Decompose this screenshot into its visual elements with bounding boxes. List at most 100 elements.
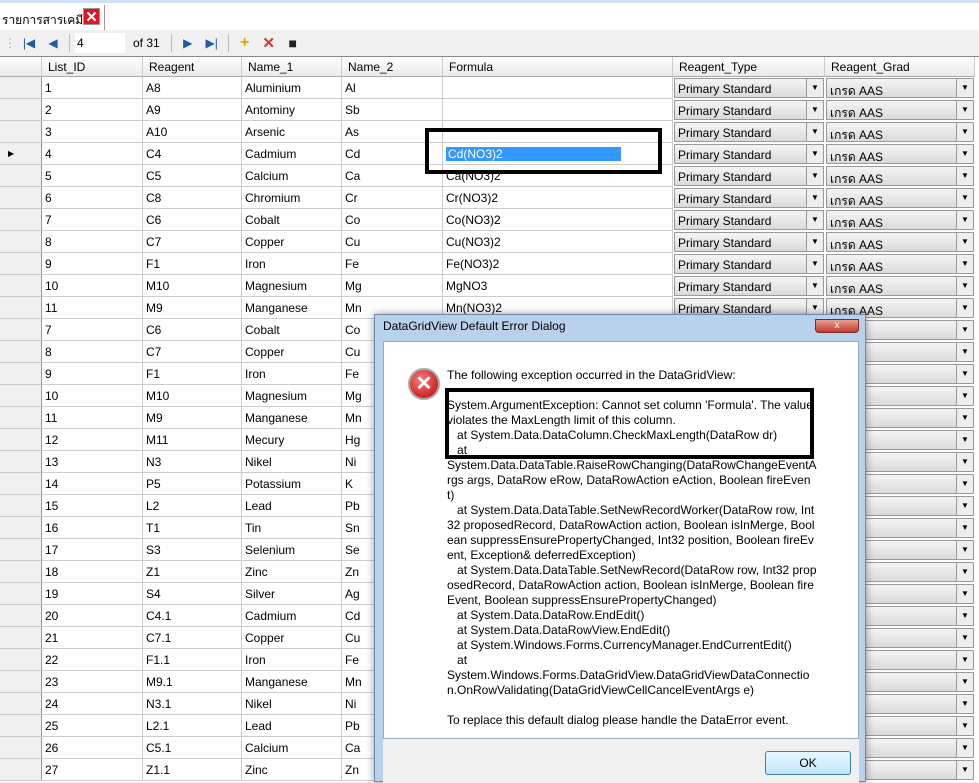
- column-header-formula[interactable]: Formula: [443, 57, 673, 77]
- row-header[interactable]: [0, 297, 42, 319]
- cell-reagent-grade-combo[interactable]: เกรด AAS ▼: [826, 166, 974, 186]
- cell-name-1[interactable]: Magnesium: [242, 275, 342, 297]
- cell-reagent-grade-combo[interactable]: เกรด AAS ▼: [826, 78, 974, 98]
- cell-reagent[interactable]: C7.1: [143, 627, 242, 649]
- cell-name-1[interactable]: Aluminium: [242, 77, 342, 99]
- row-header[interactable]: [0, 341, 42, 363]
- cell-list-id[interactable]: 17: [42, 539, 143, 561]
- cell-name-1[interactable]: Iron: [242, 253, 342, 275]
- cell-list-id[interactable]: 24: [42, 693, 143, 715]
- cell-name-1[interactable]: Arsenic: [242, 121, 342, 143]
- cell-name-1[interactable]: Manganese: [242, 671, 342, 693]
- cell-name-2[interactable]: Cu: [342, 231, 443, 253]
- tab-chemical-list[interactable]: รายการสารเคมี ✕: [0, 5, 105, 33]
- column-header-reagent-grade[interactable]: Reagent_Grad: [825, 57, 975, 77]
- cell-reagent[interactable]: C6: [143, 319, 242, 341]
- cell-list-id[interactable]: 18: [42, 561, 143, 583]
- cell-name-2[interactable]: Mg: [342, 275, 443, 297]
- cell-formula[interactable]: Cd(NO3)2: [443, 143, 673, 165]
- row-header[interactable]: [0, 605, 42, 627]
- move-last-icon[interactable]: ▶|: [201, 32, 223, 54]
- cell-formula[interactable]: [443, 121, 673, 143]
- chevron-down-icon[interactable]: ▼: [956, 321, 973, 339]
- cell-name-1[interactable]: Cadmium: [242, 605, 342, 627]
- chevron-down-icon[interactable]: ▼: [956, 453, 973, 471]
- cell-reagent[interactable]: F1: [143, 363, 242, 385]
- cell-name-1[interactable]: Mecury: [242, 429, 342, 451]
- cell-reagent[interactable]: C5.1: [143, 737, 242, 759]
- chevron-down-icon[interactable]: ▼: [956, 409, 973, 427]
- cell-list-id[interactable]: 21: [42, 627, 143, 649]
- cell-name-1[interactable]: Tin: [242, 517, 342, 539]
- chevron-down-icon[interactable]: ▼: [956, 255, 973, 273]
- cell-name-1[interactable]: Manganese: [242, 407, 342, 429]
- row-header[interactable]: [0, 319, 42, 341]
- chevron-down-icon[interactable]: ▼: [956, 431, 973, 449]
- cell-reagent[interactable]: N3.1: [143, 693, 242, 715]
- chevron-down-icon[interactable]: ▼: [806, 123, 823, 141]
- cell-reagent-type-combo[interactable]: Primary Standard ▼: [674, 122, 824, 142]
- cell-reagent[interactable]: A10: [143, 121, 242, 143]
- cell-name-1[interactable]: Iron: [242, 649, 342, 671]
- chevron-down-icon[interactable]: ▼: [956, 475, 973, 493]
- cell-name-1[interactable]: Magnesium: [242, 385, 342, 407]
- position-input[interactable]: [75, 33, 125, 53]
- cell-name-1[interactable]: Copper: [242, 341, 342, 363]
- column-header-name-1[interactable]: Name_1: [242, 57, 342, 77]
- chevron-down-icon[interactable]: ▼: [956, 563, 973, 581]
- cell-name-1[interactable]: Lead: [242, 715, 342, 737]
- row-header[interactable]: [0, 737, 42, 759]
- cell-name-1[interactable]: Manganese: [242, 297, 342, 319]
- cell-list-id[interactable]: 22: [42, 649, 143, 671]
- row-header[interactable]: [0, 121, 42, 143]
- cell-list-id[interactable]: 4: [42, 143, 143, 165]
- row-header[interactable]: ▶: [0, 143, 42, 165]
- cell-name-1[interactable]: Antominy: [242, 99, 342, 121]
- delete-icon[interactable]: ✕: [258, 32, 280, 54]
- cell-list-id[interactable]: 27: [42, 759, 143, 781]
- cell-reagent-type-combo[interactable]: Primary Standard ▼: [674, 232, 824, 252]
- chevron-down-icon[interactable]: ▼: [956, 299, 973, 317]
- cell-list-id[interactable]: 12: [42, 429, 143, 451]
- cell-name-2[interactable]: Co: [342, 209, 443, 231]
- cell-list-id[interactable]: 1: [42, 77, 143, 99]
- cell-name-1[interactable]: Cobalt: [242, 319, 342, 341]
- chevron-down-icon[interactable]: ▼: [956, 79, 973, 97]
- cell-formula[interactable]: Fe(NO3)2: [443, 253, 673, 275]
- row-header[interactable]: [0, 649, 42, 671]
- chevron-down-icon[interactable]: ▼: [956, 739, 973, 757]
- cell-list-id[interactable]: 26: [42, 737, 143, 759]
- dialog-close-button[interactable]: x: [815, 319, 859, 333]
- move-previous-icon[interactable]: ◀: [42, 32, 64, 54]
- cell-reagent-grade-combo[interactable]: เกรด AAS ▼: [826, 232, 974, 252]
- cell-reagent[interactable]: L2.1: [143, 715, 242, 737]
- cell-list-id[interactable]: 10: [42, 275, 143, 297]
- cell-reagent[interactable]: Z1.1: [143, 759, 242, 781]
- chevron-down-icon[interactable]: ▼: [806, 189, 823, 207]
- chevron-down-icon[interactable]: ▼: [956, 673, 973, 691]
- cell-reagent[interactable]: S4: [143, 583, 242, 605]
- cell-reagent[interactable]: C5: [143, 165, 242, 187]
- row-header[interactable]: [0, 451, 42, 473]
- cell-list-id[interactable]: 3: [42, 121, 143, 143]
- cell-reagent[interactable]: P5: [143, 473, 242, 495]
- cell-reagent[interactable]: S3: [143, 539, 242, 561]
- cell-list-id[interactable]: 8: [42, 341, 143, 363]
- cell-list-id[interactable]: 8: [42, 231, 143, 253]
- cell-list-id[interactable]: 14: [42, 473, 143, 495]
- cell-formula[interactable]: Ca(NO3)2: [443, 165, 673, 187]
- cell-reagent[interactable]: M10: [143, 385, 242, 407]
- cell-reagent[interactable]: C4: [143, 143, 242, 165]
- row-header[interactable]: [0, 253, 42, 275]
- column-header-reagent-type[interactable]: Reagent_Type: [673, 57, 825, 77]
- row-header[interactable]: [0, 275, 42, 297]
- cell-list-id[interactable]: 25: [42, 715, 143, 737]
- row-header[interactable]: [0, 165, 42, 187]
- cell-reagent[interactable]: T1: [143, 517, 242, 539]
- chevron-down-icon[interactable]: ▼: [956, 519, 973, 537]
- cell-name-2[interactable]: As: [342, 121, 443, 143]
- row-header[interactable]: [0, 627, 42, 649]
- chevron-down-icon[interactable]: ▼: [806, 277, 823, 295]
- cell-name-1[interactable]: Copper: [242, 231, 342, 253]
- chevron-down-icon[interactable]: ▼: [956, 277, 973, 295]
